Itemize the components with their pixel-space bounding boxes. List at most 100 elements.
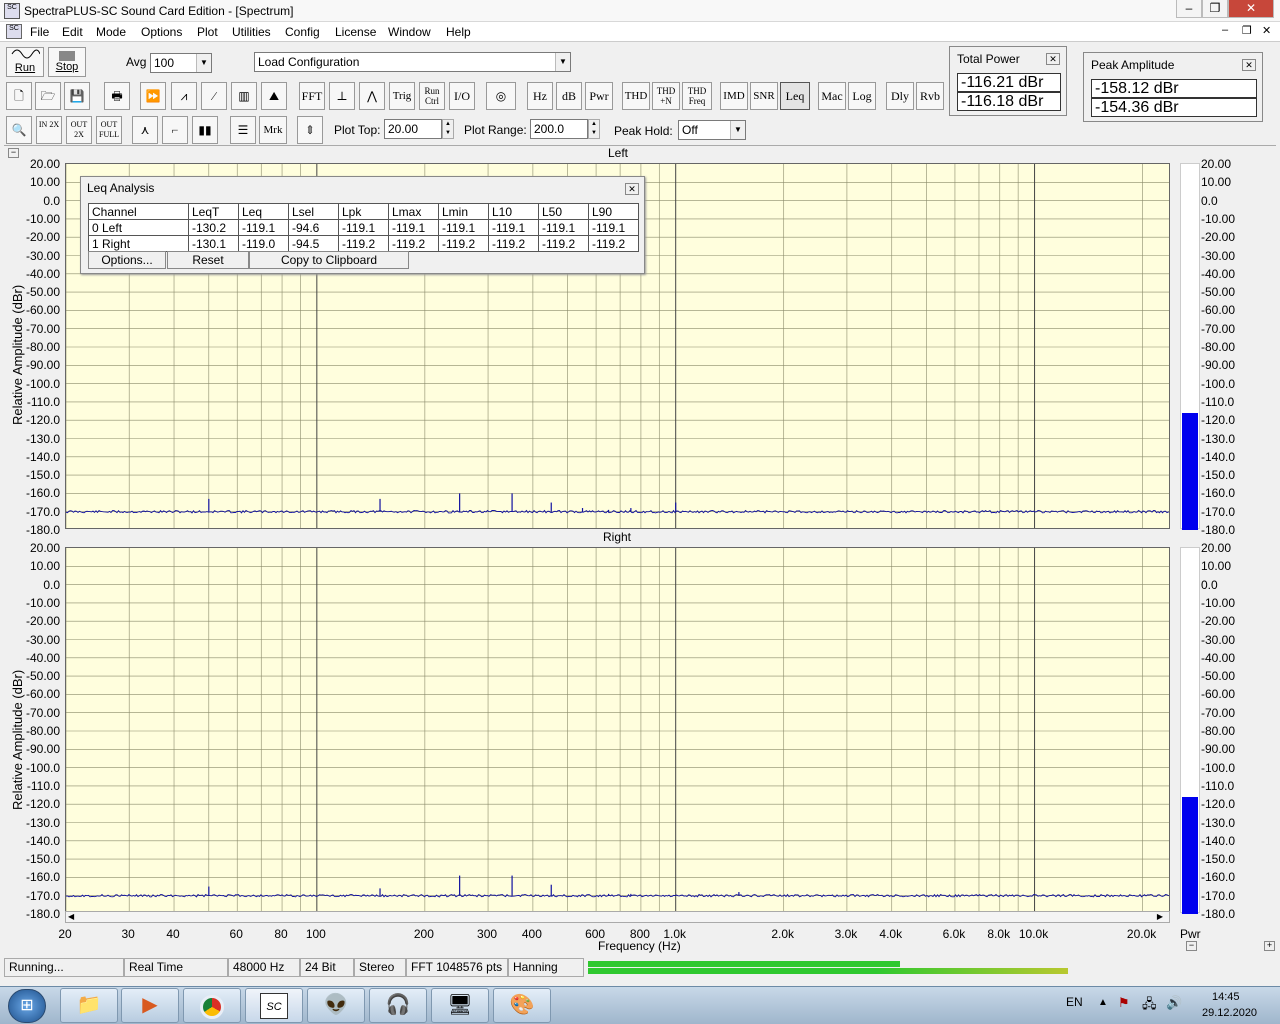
- taskbar-alien-app[interactable]: 👽: [307, 988, 365, 1023]
- printer-icon: 🖶: [111, 89, 123, 103]
- clock-date[interactable]: 29.12.2020: [1202, 1007, 1257, 1019]
- print-button[interactable]: 🖶: [104, 82, 130, 110]
- open-file-button[interactable]: 🗁: [35, 82, 61, 110]
- octave-button[interactable]: ⊥: [329, 82, 355, 110]
- menu-window[interactable]: Window: [388, 25, 431, 39]
- expand-icon[interactable]: +: [1264, 941, 1275, 951]
- taskbar-paint[interactable]: 🎨: [493, 988, 551, 1023]
- filter-button[interactable]: ⋀: [359, 82, 385, 110]
- scroll-left-icon[interactable]: ◀: [68, 912, 74, 921]
- spectrum-mode-button[interactable]: ⩘: [171, 82, 197, 110]
- menu-config[interactable]: Config: [285, 25, 320, 39]
- time-series-button[interactable]: ∕: [201, 82, 227, 110]
- zoom-out-button[interactable]: OUT 2X: [66, 116, 92, 144]
- fft-button[interactable]: FFT: [299, 82, 325, 110]
- thd-freq-button[interactable]: THD Freq: [682, 82, 712, 110]
- log-button[interactable]: Log: [848, 82, 876, 110]
- plot-range-input[interactable]: 200.0: [530, 119, 588, 139]
- peak-shape-button[interactable]: ⋏: [132, 116, 158, 144]
- mdi-close-button[interactable]: ✕: [1262, 24, 1271, 37]
- new-file-button[interactable]: 🗋: [6, 82, 32, 110]
- plot-top-stepper[interactable]: ▲ ▼: [442, 119, 454, 139]
- menu-utilities[interactable]: Utilities: [232, 25, 271, 39]
- thd-n-button[interactable]: THD +N: [652, 82, 680, 110]
- windows-icon: ⊞: [20, 997, 34, 1014]
- line-shape-button[interactable]: ⌐: [162, 116, 188, 144]
- taskbar-media-player[interactable]: ▶: [121, 988, 179, 1023]
- zoom-full-button[interactable]: OUT FULL: [96, 116, 122, 144]
- close-icon[interactable]: ✕: [1242, 59, 1256, 71]
- restore-button[interactable]: ❐: [1202, 0, 1228, 18]
- zoom-in-button[interactable]: IN 2X: [36, 116, 62, 144]
- start-button[interactable]: ⊞: [8, 989, 46, 1023]
- minimize-button[interactable]: ‒: [1176, 0, 1202, 18]
- action-center-icon[interactable]: ⚑: [1118, 995, 1130, 1011]
- thd-button[interactable]: THD: [622, 82, 650, 110]
- menu-options[interactable]: Options: [141, 25, 182, 39]
- network-icon[interactable]: 🖧: [1142, 995, 1157, 1017]
- menu-license[interactable]: License: [335, 25, 376, 39]
- marker-button[interactable]: Mrk: [259, 116, 287, 144]
- trig-button[interactable]: Trig: [389, 82, 415, 110]
- hz-button[interactable]: Hz: [527, 82, 553, 110]
- bar-shape-button[interactable]: ▮▮: [192, 116, 218, 144]
- run-ctrl-button[interactable]: Run Ctrl: [419, 82, 445, 110]
- close-icon[interactable]: ✕: [625, 183, 639, 195]
- taskbar-audacity[interactable]: 🎧: [369, 988, 427, 1023]
- avg-select[interactable]: 100 ▼: [150, 53, 212, 73]
- clock-time[interactable]: 14:45: [1212, 991, 1240, 1003]
- generator-button[interactable]: ◎: [486, 82, 516, 110]
- config-select[interactable]: Load Configuration ▼: [254, 52, 571, 72]
- leq-copy-button[interactable]: Copy to Clipboard: [249, 251, 409, 269]
- mac-button[interactable]: Mac: [818, 82, 846, 110]
- save-button[interactable]: 💾: [64, 82, 90, 110]
- run-button[interactable]: Run: [6, 47, 44, 77]
- language-indicator[interactable]: EN: [1066, 995, 1083, 1009]
- menu-help[interactable]: Help: [446, 25, 471, 39]
- peak-hold-select[interactable]: Off ▼: [678, 120, 746, 140]
- legend-button[interactable]: ☰: [230, 116, 256, 144]
- taskbar-spectraplus[interactable]: SC: [245, 988, 303, 1023]
- fast-forward-button[interactable]: ⏩: [140, 82, 166, 110]
- menu-mode[interactable]: Mode: [96, 25, 126, 39]
- spectrogram-button[interactable]: ▥: [231, 82, 257, 110]
- x-tick-label: 3.0k: [834, 927, 858, 941]
- pwr-button[interactable]: Pwr: [585, 82, 613, 110]
- autoscale-button[interactable]: ⇕: [297, 116, 323, 144]
- close-button[interactable]: ✕: [1228, 0, 1274, 18]
- rvb-button[interactable]: Rvb: [916, 82, 944, 110]
- snr-button[interactable]: SNR: [750, 82, 778, 110]
- db-button[interactable]: dB: [556, 82, 582, 110]
- zoom-button[interactable]: 🔍: [6, 116, 32, 144]
- leq-reset-button[interactable]: Reset: [167, 251, 249, 269]
- close-icon[interactable]: ✕: [1046, 53, 1060, 65]
- menu-plot[interactable]: Plot: [197, 25, 218, 39]
- io-button[interactable]: I/O: [449, 82, 475, 110]
- menu-file[interactable]: File: [30, 25, 49, 39]
- volume-icon[interactable]: 🔊: [1166, 995, 1182, 1011]
- show-hidden-icons[interactable]: ▲: [1098, 997, 1108, 1008]
- collapse-icon[interactable]: −: [1186, 941, 1197, 951]
- taskbar-chrome[interactable]: [183, 988, 241, 1023]
- scroll-right-icon[interactable]: ▶: [1157, 912, 1163, 921]
- floppy-icon: 💾: [69, 89, 85, 103]
- mdi-minimize-button[interactable]: ‒: [1222, 24, 1228, 36]
- plot-range-stepper[interactable]: ▲ ▼: [588, 119, 600, 139]
- leq-button[interactable]: Leq: [780, 82, 810, 110]
- horizontal-scrollbar[interactable]: ◀ ▶: [65, 911, 1170, 923]
- y-tick-label: -120.0: [25, 797, 60, 812]
- chevron-down-icon[interactable]: ▼: [555, 53, 570, 71]
- imd-button[interactable]: IMD: [720, 82, 748, 110]
- leq-options-button[interactable]: Options...: [88, 251, 166, 269]
- stop-button[interactable]: Stop: [48, 47, 86, 77]
- mdi-restore-button[interactable]: ❐: [1242, 24, 1252, 37]
- taskbar-explorer[interactable]: 📁: [60, 988, 118, 1023]
- right-spectrum-plot[interactable]: [65, 547, 1170, 913]
- plot-top-input[interactable]: 20.00: [384, 119, 442, 139]
- chevron-down-icon[interactable]: ▼: [196, 54, 211, 72]
- 3d-surface-button[interactable]: ⛰: [261, 82, 287, 110]
- menu-edit[interactable]: Edit: [62, 25, 83, 39]
- dly-button[interactable]: Dly: [886, 82, 914, 110]
- taskbar-monitor-app[interactable]: 🖥: [431, 988, 489, 1023]
- chevron-down-icon[interactable]: ▼: [730, 121, 745, 139]
